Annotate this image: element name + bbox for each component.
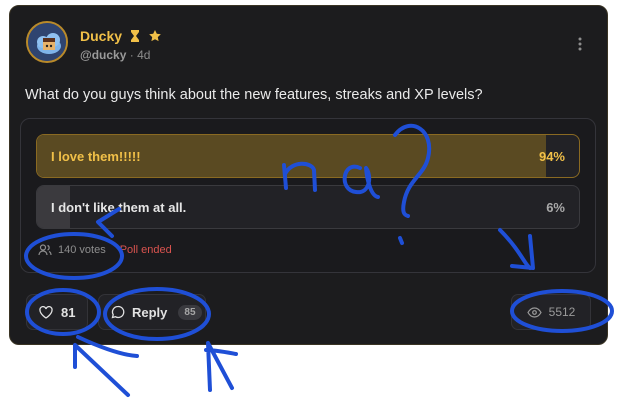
- author-handle[interactable]: @ducky: [80, 48, 126, 62]
- comment-icon: [111, 305, 125, 319]
- poll-status: Poll ended: [119, 244, 172, 256]
- poll-option-label: I don't like them at all.: [51, 200, 187, 215]
- poll-meta: 140 votes Poll ended: [38, 244, 172, 256]
- heart-icon: [39, 305, 53, 319]
- eye-icon: [526, 306, 542, 318]
- poll-option-love[interactable]: I love them!!!!! 94%: [36, 134, 580, 178]
- view-count: 5512: [548, 305, 576, 319]
- poll-option-percent: 94%: [538, 149, 565, 164]
- views-button[interactable]: 5512: [511, 294, 591, 330]
- meta-separator: ·: [129, 48, 134, 62]
- cloud-avatar-icon: [28, 23, 66, 61]
- poll-option-label: I love them!!!!!: [51, 149, 141, 164]
- author-row: Ducky: [80, 28, 162, 44]
- reply-button[interactable]: Reply 85: [98, 294, 206, 330]
- star-icon: [149, 30, 161, 42]
- poll-option-dislike[interactable]: I don't like them at all. 6%: [36, 185, 580, 229]
- reply-label: Reply: [132, 304, 168, 320]
- vote-count: 140 votes: [58, 244, 106, 256]
- post-time: 4d: [137, 48, 151, 62]
- poll: I love them!!!!! 94% I don't like them a…: [20, 118, 596, 273]
- author-display-name[interactable]: Ducky: [80, 28, 122, 44]
- avatar[interactable]: [26, 21, 68, 63]
- screenshot: Ducky @ducky · 4d What do you guys think…: [0, 0, 620, 403]
- scribble-arrow-up: [204, 341, 238, 392]
- poll-option-percent: 6%: [546, 200, 565, 215]
- like-count: 81: [61, 304, 76, 320]
- like-button[interactable]: 81: [26, 294, 88, 330]
- users-icon: [38, 244, 52, 256]
- hourglass-icon: [131, 30, 140, 42]
- post-card: Ducky @ducky · 4d What do you guys think…: [9, 5, 608, 345]
- post-question: What do you guys think about the new fea…: [25, 87, 483, 103]
- scribble-arrow-up: [73, 335, 139, 397]
- reply-count: 85: [178, 304, 202, 320]
- author-meta: @ducky · 4d: [80, 48, 150, 62]
- more-options-icon[interactable]: [575, 36, 585, 52]
